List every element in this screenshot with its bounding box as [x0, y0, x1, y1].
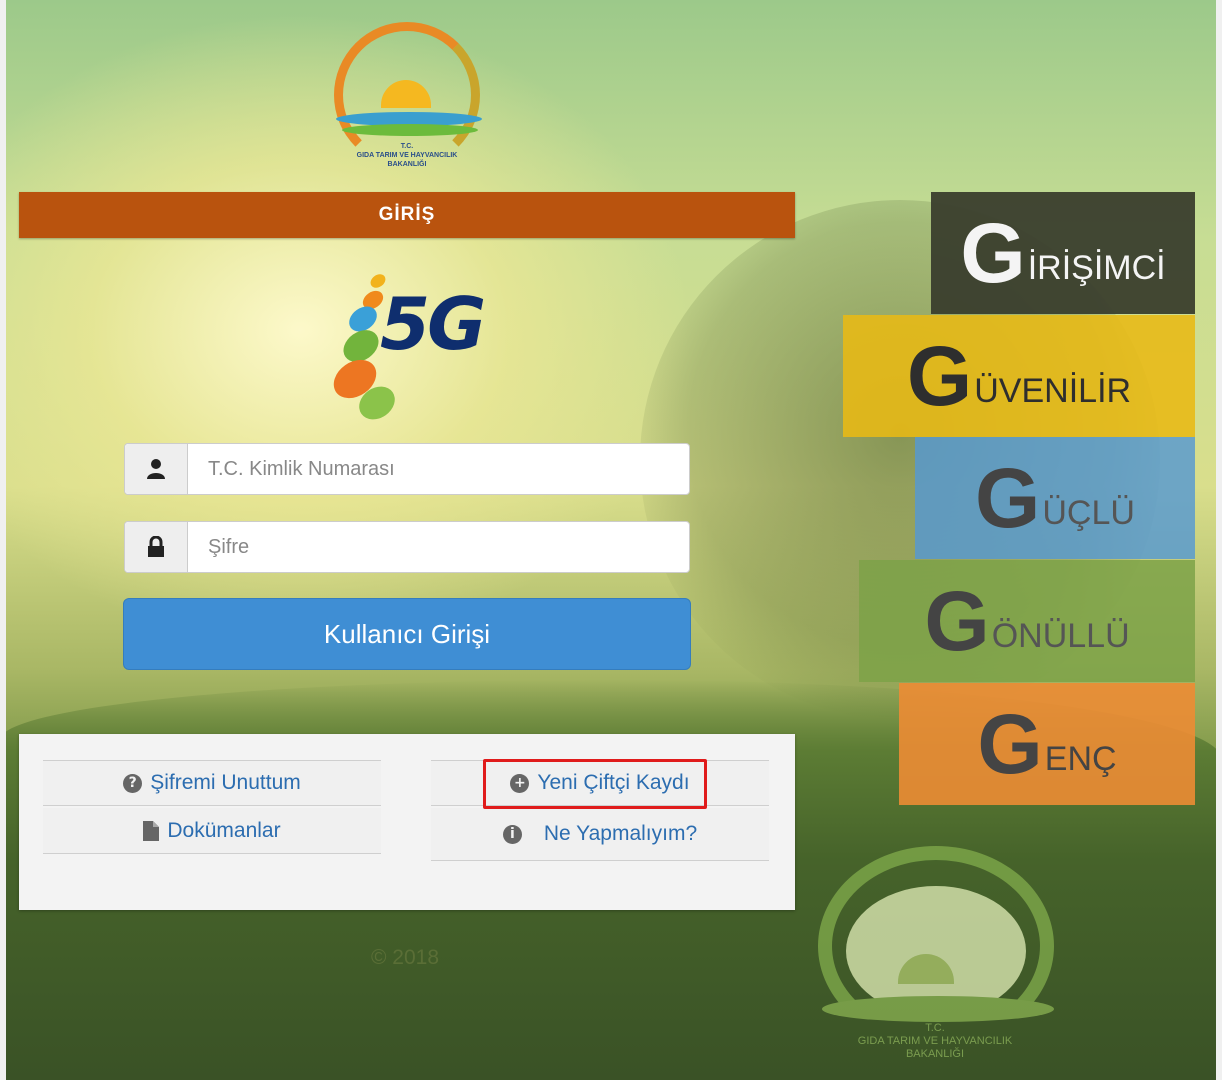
tile-word: ÜVENİLİR — [974, 372, 1132, 410]
logo-text: T.C. GIDA TARIM VE HAYVANCILIK BAKANLIĞI — [326, 142, 488, 169]
logo-text-line: BAKANLIĞI — [905, 1048, 965, 1060]
5g-logo: 5G — [326, 270, 490, 430]
forgot-password-link[interactable]: ? Şifremi Unuttum — [43, 760, 381, 806]
ministry-logo: T.C. GIDA TARIM VE HAYVANCILIK BAKANLIĞI — [326, 20, 488, 180]
logo-text: T.C. GIDA TARIM VE HAYVANCILIK BAKANLIĞI — [810, 1022, 1060, 1061]
logo-text-line: T.C. — [400, 143, 414, 150]
logo-wave — [822, 996, 1054, 1022]
tile-girisimci: G İRİŞİMCİ — [931, 192, 1195, 314]
forgot-password-label: Şifremi Unuttum — [150, 771, 301, 794]
user-icon — [125, 444, 188, 494]
tile-word: ENÇ — [1044, 740, 1117, 778]
tc-field — [124, 443, 690, 495]
password-input[interactable] — [188, 522, 689, 572]
file-icon — [143, 820, 160, 841]
logo-text-line: T.C. — [925, 1022, 945, 1034]
tile-letter: G — [960, 206, 1026, 300]
login-button[interactable]: Kullanıcı Girişi — [123, 598, 691, 670]
question-circle-icon: ? — [123, 773, 143, 793]
logo-text-line: GIDA TARIM VE HAYVANCILIK — [356, 152, 458, 159]
ministry-logo-watermark: T.C. GIDA TARIM VE HAYVANCILIK BAKANLIĞI — [810, 846, 1060, 1076]
tile-word: ÜÇLÜ — [1042, 494, 1135, 532]
tile-word: İRİŞİMCİ — [1027, 249, 1166, 287]
highlight-box — [483, 759, 707, 809]
login-header: GİRİŞ — [19, 192, 795, 238]
tile-genc: G ENÇ — [899, 683, 1195, 805]
copyright: © 2018 — [370, 946, 440, 969]
tile-guvenilir: G ÜVENİLİR — [843, 315, 1195, 437]
what-to-do-label: Ne Yapmalıyım? — [543, 822, 698, 845]
tile-letter: G — [924, 574, 990, 668]
tc-input[interactable] — [188, 444, 689, 494]
logo-wave — [342, 124, 478, 136]
logo-text-line: GIDA TARIM VE HAYVANCILIK — [857, 1035, 1013, 1047]
password-field — [124, 521, 690, 573]
info-circle-icon: i — [502, 824, 522, 844]
tile-guclu: G ÜÇLÜ — [915, 437, 1195, 559]
5g-logo-text: 5G — [380, 282, 486, 366]
documents-label: Dokümanlar — [167, 818, 281, 842]
what-to-do-link[interactable]: i Ne Yapmalıyım? — [431, 808, 769, 861]
page-frame-left — [0, 0, 6, 1080]
tile-letter: G — [906, 329, 973, 423]
tile-letter: G — [977, 697, 1043, 791]
lock-icon — [125, 522, 188, 572]
tile-letter: G — [975, 451, 1041, 545]
logo-text-line: BAKANLIĞI — [387, 161, 427, 168]
page-frame-right — [1216, 0, 1222, 1080]
tile-gonullu: G ÖNÜLLÜ — [859, 560, 1195, 682]
documents-link[interactable]: Dokümanlar — [43, 808, 381, 854]
tile-word: ÖNÜLLÜ — [991, 617, 1130, 655]
